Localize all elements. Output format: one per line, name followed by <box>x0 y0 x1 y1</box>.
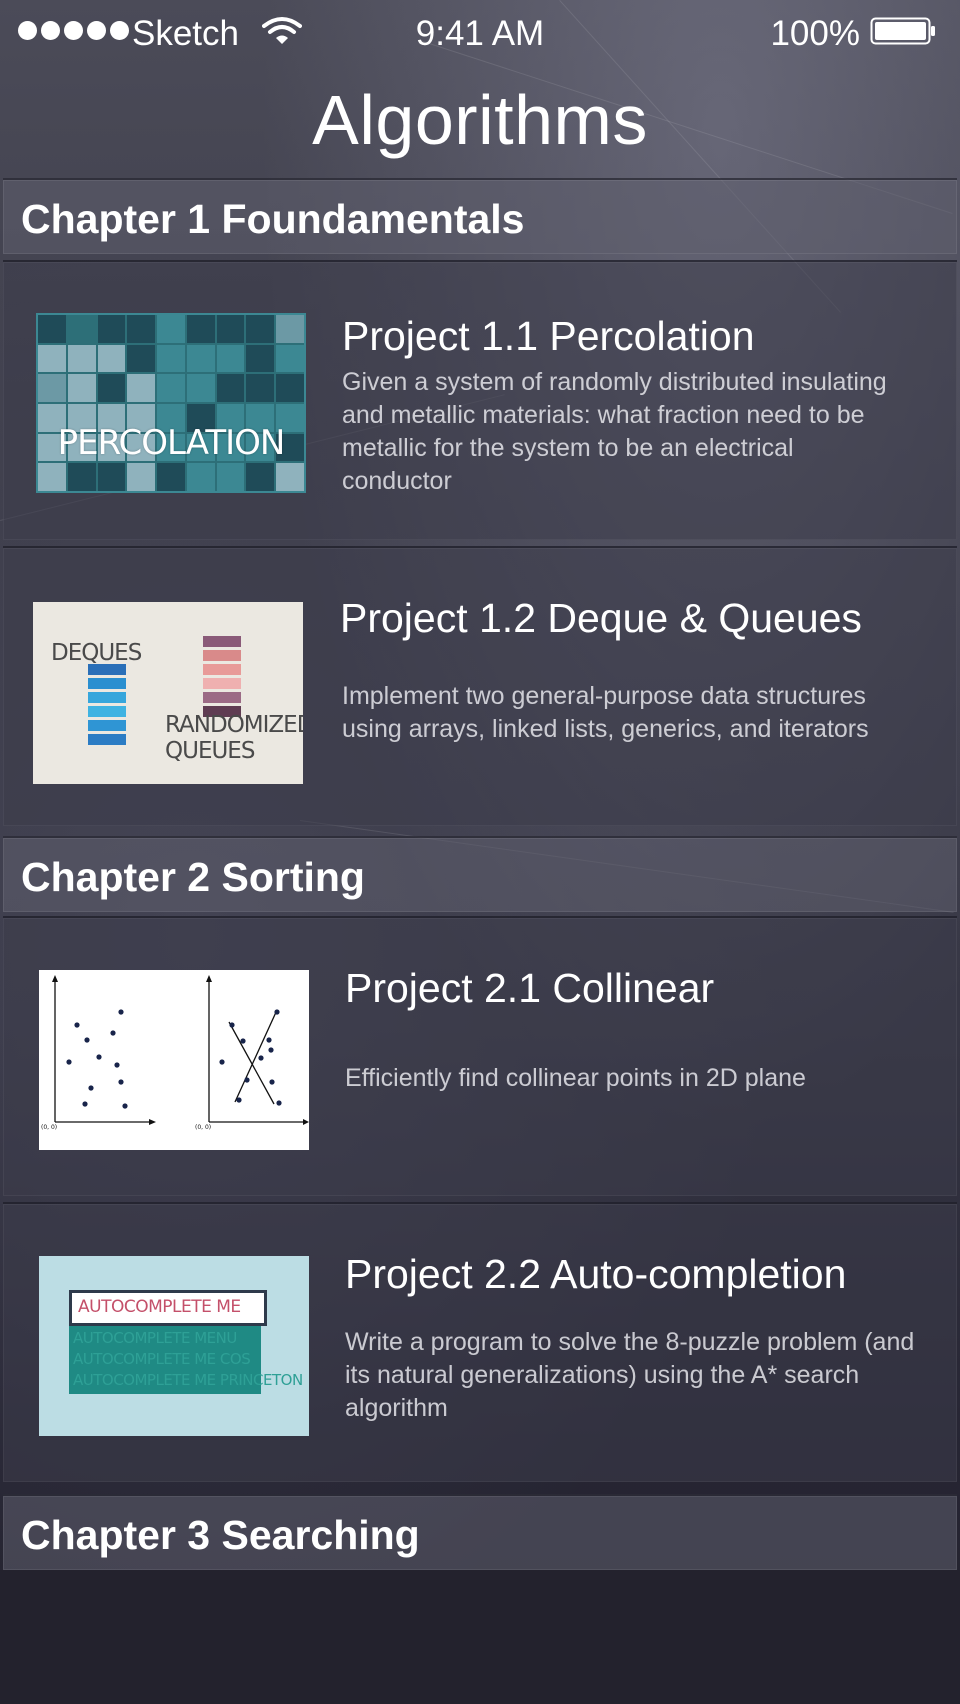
percolation-cell <box>97 344 126 373</box>
percolation-cell <box>216 315 245 343</box>
deque-bar <box>88 678 126 689</box>
section-header-label: Chapter 1 Foundamentals <box>21 196 525 242</box>
percolation-cell <box>67 315 96 343</box>
percolation-cell <box>157 344 185 373</box>
percolation-cell <box>127 344 156 373</box>
percolation-cell <box>38 315 66 343</box>
percolation-cell <box>127 315 156 343</box>
percolation-cell <box>276 344 304 373</box>
percolation-cell <box>38 374 66 402</box>
percolation-cell <box>186 344 215 373</box>
percolation-thumbnail-text: PERCOLATION <box>57 423 286 463</box>
percolation-cell <box>216 374 245 402</box>
percolation-cell <box>67 463 96 491</box>
status-bar: Sketch 9:41 AM 100% <box>0 0 960 68</box>
percolation-cell <box>186 315 215 343</box>
project-title: Project 2.1 Collinear <box>345 965 715 1011</box>
percolation-grid <box>36 313 306 493</box>
battery-percentage: 100% <box>770 14 860 53</box>
section-header-chapter-1[interactable]: Chapter 1 Foundamentals <box>3 178 957 254</box>
project-card-auto-completion[interactable]: AUTOCOMPLETE ME AUTOCOMPLETE MENU AUTOCO… <box>3 1202 957 1482</box>
percolation-cell <box>246 463 275 491</box>
percolation-cell <box>97 374 126 402</box>
deque-thumbnail: DEQUES RANDOMIZED QUEUES <box>33 602 303 784</box>
autocomplete-suggestion: AUTOCOMPLETE ME PRINCETON <box>73 1371 303 1389</box>
queue-bar <box>203 692 241 703</box>
project-description: Implement two general-purpose data struc… <box>342 682 869 743</box>
percolation-cell <box>186 463 215 491</box>
percolation-cell <box>38 463 66 491</box>
percolation-cell <box>157 463 185 491</box>
deque-bar <box>88 664 126 675</box>
deque-thumbnail-text: QUEUES <box>165 738 255 764</box>
project-card-collinear[interactable]: (0, 0) (0, 0) Project 2.1 Collinear Effi… <box>3 916 957 1196</box>
queue-bar <box>203 664 241 675</box>
section-header-label: Chapter 2 Sorting <box>21 854 365 900</box>
page-title: Algorithms <box>312 81 648 159</box>
autocomplete-query-text: AUTOCOMPLETE ME <box>78 1297 241 1317</box>
queue-bar <box>203 650 241 661</box>
percolation-cell <box>246 344 275 373</box>
project-description: Write a program to solve the 8-puzzle pr… <box>345 1328 915 1422</box>
plot-origin-label: (0, 0) <box>195 1124 212 1131</box>
percolation-thumbnail: PERCOLATION <box>36 313 306 493</box>
deque-bar <box>88 706 126 717</box>
section-header-label: Chapter 3 Searching <box>21 1512 420 1558</box>
autocomplete-thumbnail: AUTOCOMPLETE ME AUTOCOMPLETE MENU AUTOCO… <box>39 1256 309 1436</box>
collinear-plot-illustration <box>52 975 309 1125</box>
percolation-cell <box>127 374 156 402</box>
autocomplete-query-box: AUTOCOMPLETE ME <box>69 1290 267 1326</box>
project-card-percolation[interactable]: PERCOLATION Project 1.1 Percolation Give… <box>3 260 957 540</box>
deque-thumbnail-text: RANDOMIZED <box>165 712 303 738</box>
section-header-chapter-3[interactable]: Chapter 3 Searching <box>3 1494 957 1570</box>
deque-bar <box>88 734 126 745</box>
percolation-cell <box>246 315 275 343</box>
section-header-chapter-2[interactable]: Chapter 2 Sorting <box>3 836 957 912</box>
percolation-cell <box>276 315 304 343</box>
project-description: Given a system of randomly distributed i… <box>342 368 887 495</box>
percolation-cell <box>127 463 156 491</box>
percolation-cell <box>157 315 185 343</box>
project-title: Project 2.2 Auto-completion <box>345 1251 847 1297</box>
percolation-cell <box>216 463 245 491</box>
battery-full-icon <box>870 17 935 45</box>
project-title: Project 1.2 Deque & Queues <box>340 595 862 641</box>
empty-list-area <box>0 1570 960 1704</box>
project-description: Efficiently find collinear points in 2D … <box>345 1064 806 1092</box>
percolation-cell <box>67 344 96 373</box>
autocomplete-suggestion-list: AUTOCOMPLETE MENU AUTOCOMPLETE ME COS AU… <box>69 1326 303 1394</box>
percolation-cell <box>186 374 215 402</box>
percolation-cell <box>97 315 126 343</box>
plot-origin-label: (0, 0) <box>41 1124 58 1131</box>
percolation-cell <box>216 344 245 373</box>
percolation-cell <box>97 463 126 491</box>
project-card-deque-queues[interactable]: DEQUES RANDOMIZED QUEUES Project 1.2 Deq… <box>3 546 957 826</box>
project-title: Project 1.1 Percolation <box>342 313 755 359</box>
collinear-thumbnail: (0, 0) (0, 0) <box>39 970 309 1150</box>
deque-bar <box>88 720 126 731</box>
deque-thumbnail-text: DEQUES <box>51 640 142 666</box>
autocomplete-suggestion: AUTOCOMPLETE MENU <box>73 1329 237 1347</box>
percolation-cell <box>157 374 185 402</box>
percolation-cell <box>246 374 275 402</box>
percolation-cell <box>276 374 304 402</box>
deque-bar <box>88 692 126 703</box>
percolation-cell <box>276 463 304 491</box>
queue-bar <box>203 678 241 689</box>
autocomplete-suggestion: AUTOCOMPLETE ME COS <box>73 1350 251 1368</box>
percolation-cell <box>67 374 96 402</box>
percolation-cell <box>38 344 66 373</box>
app-screen: Sketch 9:41 AM 100% Algorithms Chapter 1… <box>0 0 960 1704</box>
queue-bar <box>203 636 241 647</box>
